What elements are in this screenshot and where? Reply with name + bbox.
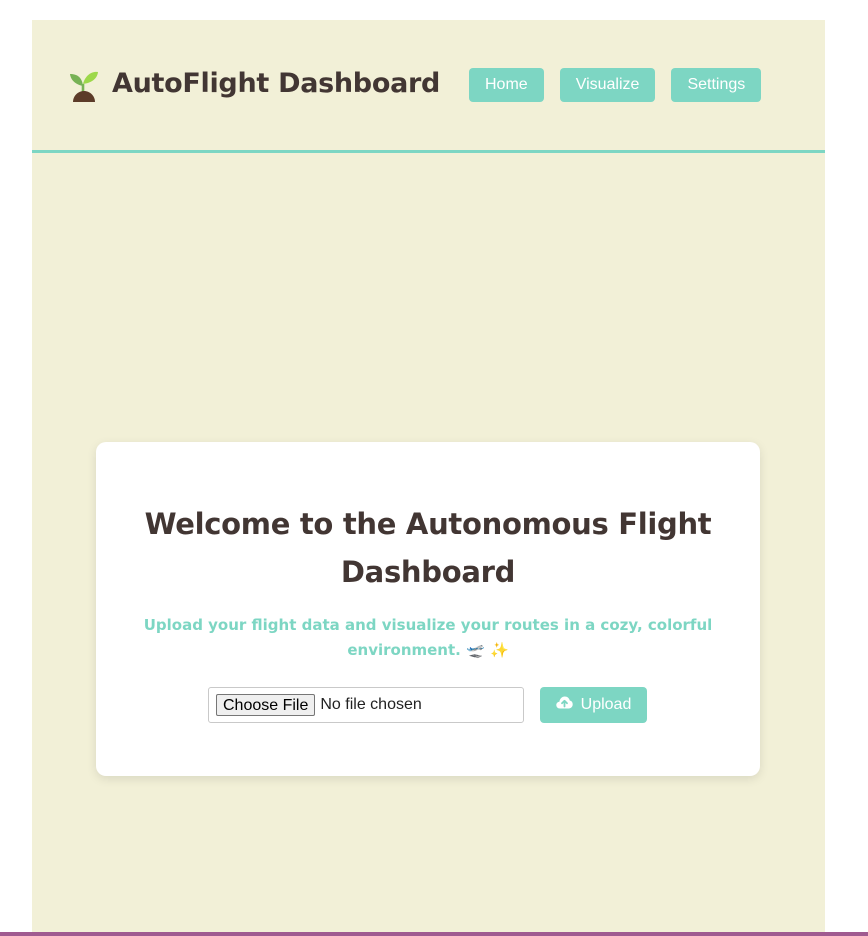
- file-input[interactable]: Choose File No file chosen: [208, 687, 524, 723]
- welcome-subtitle: Upload your flight data and visualize yo…: [143, 616, 713, 659]
- bottom-border: [0, 932, 868, 936]
- welcome-title: Welcome to the Autonomous Flight Dashboa…: [144, 507, 712, 589]
- nav-visualize-button[interactable]: Visualize: [559, 68, 656, 102]
- upload-row: Choose File No file chosen Upload: [208, 687, 647, 723]
- upload-button[interactable]: Upload: [540, 687, 647, 723]
- file-status-text: No file chosen: [320, 696, 422, 713]
- seedling-icon: [68, 68, 100, 102]
- nav-bar: Home Visualize Settings: [469, 68, 762, 102]
- app-title: AutoFlight Dashboard: [112, 68, 441, 99]
- choose-file-button[interactable]: Choose File: [216, 694, 316, 716]
- cloud-upload-icon: [555, 696, 573, 714]
- nav-home-button[interactable]: Home: [469, 68, 544, 102]
- upload-button-label: Upload: [580, 696, 632, 713]
- header: AutoFlight Dashboard Home Visualize Sett…: [32, 20, 825, 153]
- welcome-card: Welcome to the Autonomous Flight Dashboa…: [96, 442, 760, 776]
- app-container: AutoFlight Dashboard Home Visualize Sett…: [32, 20, 825, 936]
- nav-settings-button[interactable]: Settings: [671, 68, 762, 102]
